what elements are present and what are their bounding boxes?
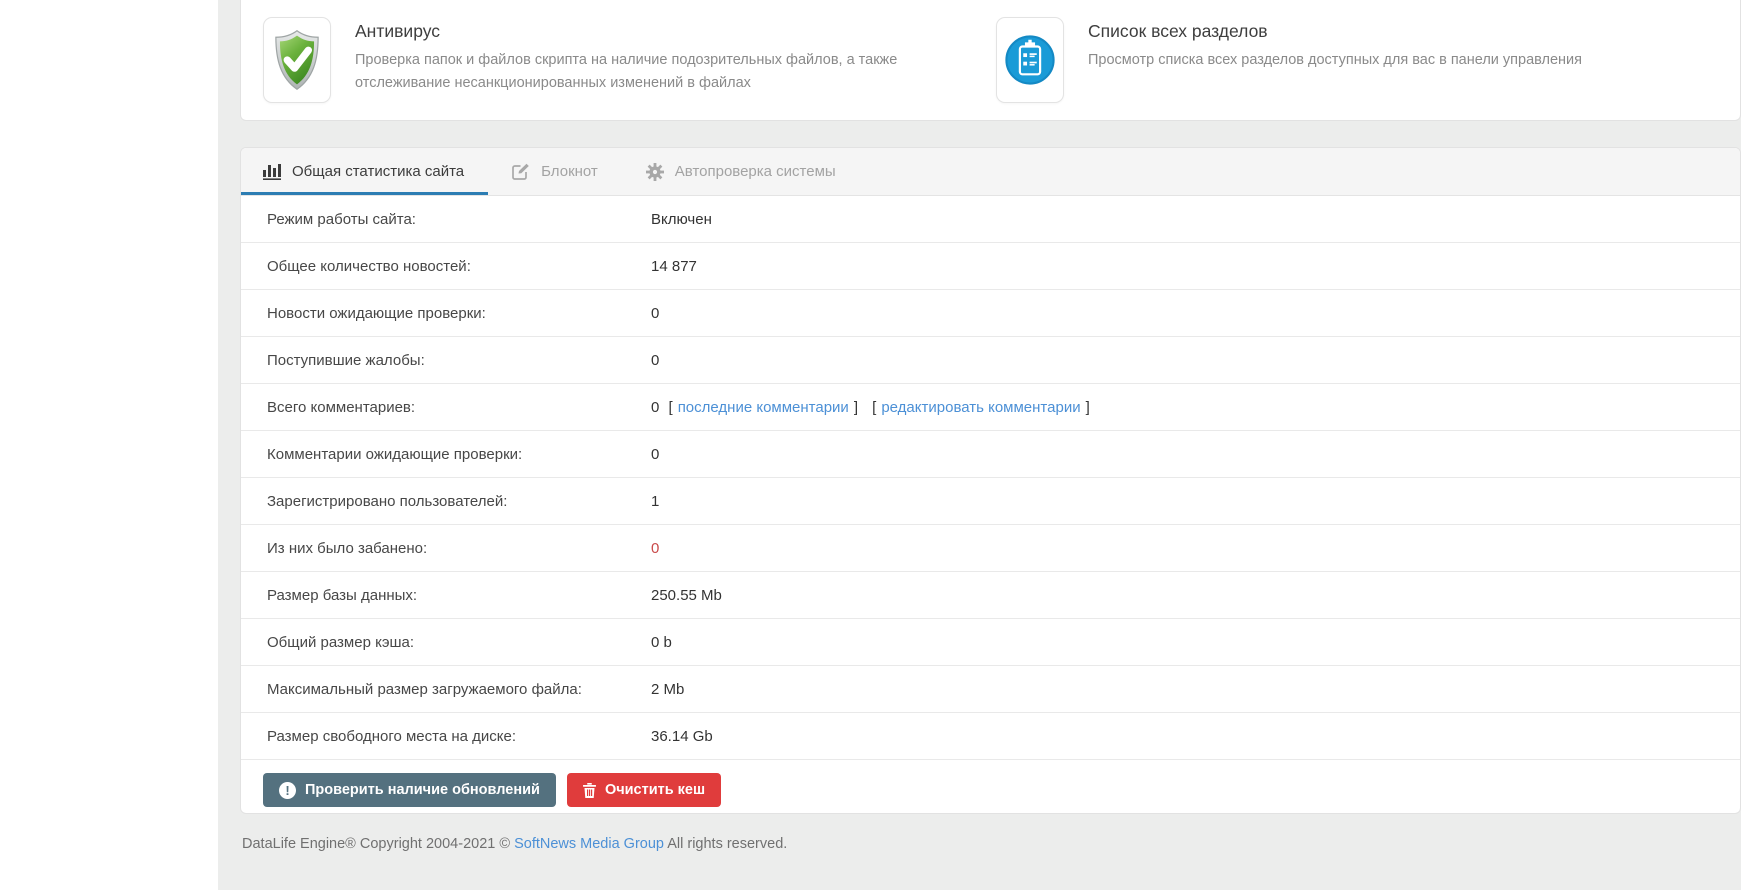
footer-copyright: DataLife Engine® Copyright 2004-2021 © S… — [240, 836, 1741, 852]
trash-icon — [583, 783, 596, 798]
edit-comments-link[interactable]: редактировать комментарии — [881, 399, 1080, 416]
table-row: Из них было забанено: 0 — [241, 525, 1740, 572]
stat-label: Режим работы сайта: — [241, 211, 651, 228]
check-updates-button[interactable]: ! Проверить наличие обновлений — [263, 773, 556, 807]
stat-label: Размер базы данных: — [241, 587, 651, 604]
bar-chart-icon — [263, 163, 281, 180]
table-row: Режим работы сайта: Включен — [241, 196, 1740, 243]
card-all-sections[interactable]: Список всех разделов Просмотр списка все… — [996, 17, 1582, 103]
recent-comments-link[interactable]: последние комментарии — [678, 399, 849, 416]
stats-table: Режим работы сайта: Включен Общее количе… — [241, 196, 1740, 760]
stat-value: 0 — [651, 352, 659, 369]
stat-value: 1 — [651, 493, 659, 510]
exclamation-circle-icon: ! — [279, 782, 296, 799]
clear-cache-button[interactable]: Очистить кеш — [567, 773, 721, 807]
stat-value-banned: 0 — [651, 540, 659, 557]
card-antivirus[interactable]: Антивирус Проверка папок и файлов скрипт… — [263, 17, 900, 103]
stat-label: Из них было забанено: — [241, 540, 651, 557]
stat-label: Новости ожидающие проверки: — [241, 305, 651, 322]
table-row: Комментарии ожидающие проверки: 0 — [241, 431, 1740, 478]
table-row: Общий размер кэша: 0 b — [241, 619, 1740, 666]
tab-notepad[interactable]: Блокнот — [488, 148, 622, 195]
stat-label: Поступившие жалобы: — [241, 352, 651, 369]
stat-value: 250.55 Mb — [651, 587, 722, 604]
shield-check-icon — [263, 17, 331, 103]
tab-label: Автопроверка системы — [675, 163, 836, 180]
stat-value: Включен — [651, 211, 712, 228]
table-row: Максимальный размер загружаемого файла: … — [241, 666, 1740, 713]
stat-value: 36.14 Gb — [651, 728, 713, 745]
edit-icon — [512, 163, 530, 180]
stat-value: 0 [последние комментарии] [редактировать… — [651, 399, 1095, 416]
card-title: Список всех разделов — [1088, 21, 1582, 42]
stat-label: Общее количество новостей: — [241, 258, 651, 275]
actions-bar: ! Проверить наличие обновлений — [241, 760, 1740, 813]
main-content: Антивирус Проверка папок и файлов скрипт… — [218, 0, 1741, 890]
stat-label: Общий размер кэша: — [241, 634, 651, 651]
sidebar-edge — [0, 0, 218, 890]
stat-value: 0 — [651, 446, 659, 463]
stat-label: Комментарии ожидающие проверки: — [241, 446, 651, 463]
stat-label: Всего комментариев: — [241, 399, 651, 416]
table-row: Размер свободного места на диске: 36.14 … — [241, 713, 1740, 760]
table-row: Общее количество новостей: 14 877 — [241, 243, 1740, 290]
table-row: Всего комментариев: 0 [последние коммент… — [241, 384, 1740, 431]
tab-label: Общая статистика сайта — [292, 163, 464, 180]
tab-site-statistics[interactable]: Общая статистика сайта — [241, 148, 488, 195]
stat-value: 0 b — [651, 634, 672, 651]
table-row: Зарегистрировано пользователей: 1 — [241, 478, 1740, 525]
stat-value: 0 — [651, 305, 659, 322]
softnews-link[interactable]: SoftNews Media Group — [514, 836, 664, 852]
tab-bar: Общая статистика сайта Блокнот — [241, 148, 1740, 196]
clipboard-list-icon — [996, 17, 1064, 103]
card-description: Проверка папок и файлов скрипта на налич… — [355, 49, 900, 95]
statistics-panel: Общая статистика сайта Блокнот — [240, 147, 1741, 814]
table-row: Поступившие жалобы: 0 — [241, 337, 1740, 384]
stat-label: Зарегистрировано пользователей: — [241, 493, 651, 510]
card-title: Антивирус — [355, 21, 900, 42]
tab-system-autocheck[interactable]: Автопроверка системы — [622, 148, 860, 195]
stat-label: Максимальный размер загружаемого файла: — [241, 681, 651, 698]
stat-label: Размер свободного места на диске: — [241, 728, 651, 745]
stat-value: 14 877 — [651, 258, 697, 275]
shortcut-cards-panel: Антивирус Проверка папок и файлов скрипт… — [240, 0, 1741, 121]
table-row: Размер базы данных: 250.55 Mb — [241, 572, 1740, 619]
tab-label: Блокнот — [541, 163, 598, 180]
gear-icon — [646, 163, 664, 181]
stat-value: 2 Mb — [651, 681, 684, 698]
card-description: Просмотр списка всех разделов доступных … — [1088, 49, 1582, 72]
admin-page: Антивирус Проверка папок и файлов скрипт… — [0, 0, 1741, 890]
table-row: Новости ожидающие проверки: 0 — [241, 290, 1740, 337]
